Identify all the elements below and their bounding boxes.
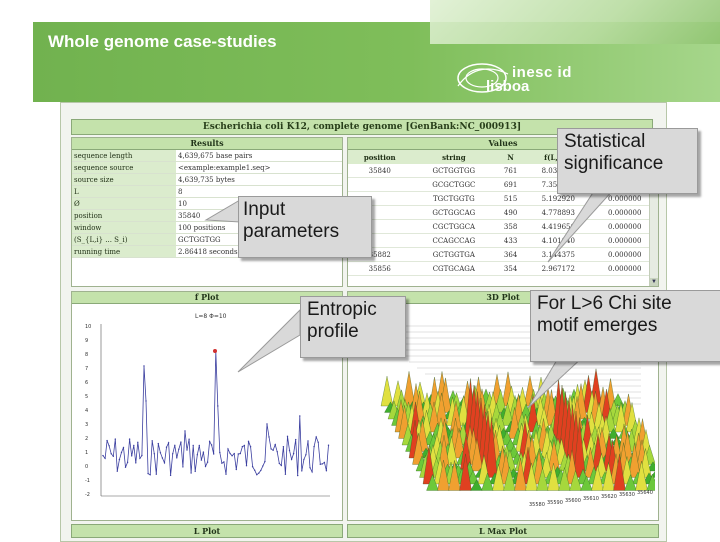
- input-parameters-callout: Input parameters: [238, 196, 372, 258]
- entropic-profile-callout: Entropic profile: [300, 296, 406, 358]
- input-callout-text: Input parameters: [243, 199, 340, 242]
- statistical-significance-callout: Statistical significance: [557, 128, 698, 194]
- statistical-callout-text: Statistical significance: [564, 131, 664, 174]
- entropic-callout-text: Entropic profile: [307, 299, 377, 342]
- chi-site-callout: For L>6 Chi site motif emerges: [530, 290, 720, 362]
- chi-callout-text: For L>6 Chi site motif emerges: [537, 293, 672, 336]
- statistical-callout-pointer: [204, 187, 617, 409]
